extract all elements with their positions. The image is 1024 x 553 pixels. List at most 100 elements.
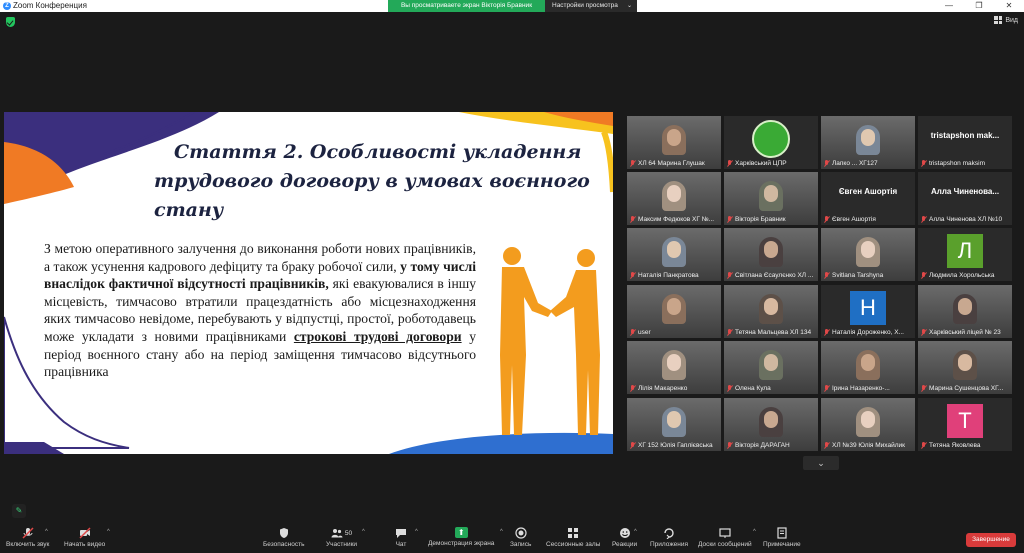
annotate-pencil-icon[interactable]: ✎ xyxy=(12,504,26,518)
participant-name-text: Марина Сушенцова ХГ... xyxy=(929,385,1004,392)
mic-muted-icon xyxy=(921,216,927,223)
whiteboards-options-caret[interactable]: ^ xyxy=(753,529,756,535)
close-icon[interactable]: ✕ xyxy=(994,0,1024,12)
whiteboards-button[interactable]: Доски сообщений xyxy=(698,527,752,548)
apps-button[interactable]: Приложения xyxy=(650,527,688,548)
participant-name-text: Євген Ашортія xyxy=(832,216,876,223)
start-video-button[interactable]: Начать видео xyxy=(64,527,105,548)
participant-name-text: Тетяна Яковлева xyxy=(929,442,981,449)
whiteboards-label: Доски сообщений xyxy=(698,541,752,548)
participant-tile[interactable]: Харківський ЦПР xyxy=(724,116,818,169)
participant-tile[interactable]: Лапко ... ХГ127 xyxy=(821,116,915,169)
participant-name: Лапко ... ХГ127 xyxy=(824,160,913,167)
participant-tile[interactable]: Світлана Єсаулєнко ХЛ ... xyxy=(724,228,818,281)
chevron-down-icon: ⌄ xyxy=(626,3,632,9)
participant-tile[interactable]: user xyxy=(627,285,721,338)
end-meeting-button[interactable]: Завершение xyxy=(966,533,1016,547)
breakout-rooms-button[interactable]: Сессионные залы xyxy=(546,527,600,548)
participant-tile[interactable]: Максим Федюков ХГ №... xyxy=(627,172,721,225)
participant-name-text: Ірина Назаренко-... xyxy=(832,385,890,392)
participant-tile[interactable]: Л Людмила Хорольська xyxy=(918,228,1012,281)
participant-face xyxy=(667,411,681,428)
participant-name: Світлана Єсаулєнко ХЛ ... xyxy=(727,272,816,279)
participant-face xyxy=(861,411,875,428)
participant-tile[interactable]: ХЛ 64 Марина Глушак xyxy=(627,116,721,169)
participant-display-name: Євген Ашортія xyxy=(838,187,898,196)
participant-tile[interactable]: Вікторія Бравник xyxy=(724,172,818,225)
reactions-options-caret[interactable]: ^ xyxy=(634,529,637,535)
participant-name-text: Наталія Дороженко, Х... xyxy=(832,329,904,336)
participant-face xyxy=(958,298,972,315)
chat-options-caret[interactable]: ^ xyxy=(415,529,418,535)
chevron-down-icon: ⌄ xyxy=(817,458,825,468)
participant-tile[interactable]: Ірина Назаренко-... xyxy=(821,341,915,394)
participant-name-text: Лілія Макаренко xyxy=(638,385,688,392)
participant-face xyxy=(667,354,681,371)
participants-options-caret[interactable]: ^ xyxy=(362,529,365,535)
mic-muted-icon xyxy=(727,272,733,279)
share-screen-icon: ⬆ xyxy=(454,527,468,538)
participant-name-text: Олена Кула xyxy=(735,385,771,392)
chat-button[interactable]: Чат xyxy=(395,527,407,548)
participant-tile[interactable]: Харківський ліцей № 23 xyxy=(918,285,1012,338)
participant-logo xyxy=(752,120,790,158)
participant-avatar-letter: Н xyxy=(850,291,886,325)
share-options-caret[interactable]: ^ xyxy=(500,529,503,535)
share-screen-button[interactable]: ⬆ Демонстрация экрана xyxy=(428,527,494,547)
participant-tile[interactable]: Тетяна Мальцева ХЛ 134 xyxy=(724,285,818,338)
participant-name: Максим Федюков ХГ №... xyxy=(630,216,719,223)
record-label: Запись xyxy=(510,541,532,548)
maximize-icon[interactable]: ❐ xyxy=(964,0,994,12)
participant-face xyxy=(764,241,778,258)
mic-muted-icon xyxy=(630,272,636,279)
participant-tile[interactable]: Т Тетяна Яковлева xyxy=(918,398,1012,451)
view-button[interactable]: Вид xyxy=(994,16,1018,24)
video-options-caret[interactable]: ^ xyxy=(107,529,110,535)
start-video-label: Начать видео xyxy=(64,541,106,548)
mic-muted-icon xyxy=(824,329,830,336)
participant-face xyxy=(667,129,681,146)
participant-tile[interactable]: Олена Кула xyxy=(724,341,818,394)
mic-muted-icon xyxy=(824,216,830,223)
participant-name-text: ХГ 152 Юлія Гаплієвська xyxy=(638,442,713,449)
mic-muted-icon xyxy=(630,160,636,167)
shield-check-icon[interactable] xyxy=(6,17,15,27)
breakout-rooms-label: Сессионные залы xyxy=(546,541,601,548)
security-button[interactable]: Безопасность xyxy=(263,527,304,548)
participant-name-text: ХЛ 64 Марина Глушак xyxy=(638,160,705,167)
participant-tile[interactable]: Марина Сушенцова ХГ... xyxy=(918,341,1012,394)
unmute-audio-button[interactable]: Включить звук xyxy=(6,527,49,548)
participants-label: Участники xyxy=(326,541,358,548)
audio-options-caret[interactable]: ^ xyxy=(45,529,48,535)
mic-muted-icon xyxy=(727,329,733,336)
participant-name-text: ХЛ №39 Юлія Михайлик xyxy=(832,442,905,449)
participant-tile[interactable]: Вікторія ДАРАГАН xyxy=(724,398,818,451)
window-title: Zoom Конференция xyxy=(13,1,87,10)
mic-muted-icon xyxy=(921,272,927,279)
participant-name: Наталія Панкратова xyxy=(630,272,719,279)
participants-button[interactable]: 50 Участники xyxy=(326,527,357,548)
participant-tile[interactable]: Н Наталія Дороженко, Х... xyxy=(821,285,915,338)
participant-name-text: Svitlana Tarshyna xyxy=(832,272,884,279)
participant-face xyxy=(667,298,681,315)
notes-button[interactable]: Примечание xyxy=(763,527,801,548)
participant-name-text: Вікторія ДАРАГАН xyxy=(735,442,790,449)
participant-tile[interactable]: Svitlana Tarshyna xyxy=(821,228,915,281)
participant-name: user xyxy=(630,329,719,336)
participant-tile[interactable]: Алла Чиненова... Алла Чиненова ХЛ №10 xyxy=(918,172,1012,225)
participant-tile[interactable]: Лілія Макаренко xyxy=(627,341,721,394)
record-button[interactable]: Запись xyxy=(510,527,531,548)
participant-name: Svitlana Tarshyna xyxy=(824,272,913,279)
participant-tile[interactable]: ХЛ №39 Юлія Михайлик xyxy=(821,398,915,451)
participant-tile[interactable]: ХГ 152 Юлія Гаплієвська xyxy=(627,398,721,451)
participant-tile[interactable]: Євген Ашортія Євген Ашортія xyxy=(821,172,915,225)
participant-face xyxy=(764,411,778,428)
minimize-icon[interactable]: — xyxy=(934,0,964,12)
participant-name: ХЛ №39 Юлія Михайлик xyxy=(824,442,913,449)
participant-name-text: Максим Федюков ХГ №... xyxy=(638,216,715,223)
participant-name-text: Світлана Єсаулєнко ХЛ ... xyxy=(735,272,814,279)
grid-next-page-button[interactable]: ⌄ xyxy=(803,456,839,470)
participant-tile[interactable]: Наталія Панкратова xyxy=(627,228,721,281)
participant-tile[interactable]: tristapshon mak... tristapshon maksim xyxy=(918,116,1012,169)
view-options-dropdown[interactable]: Настройки просмотра ⌄ xyxy=(545,0,637,12)
